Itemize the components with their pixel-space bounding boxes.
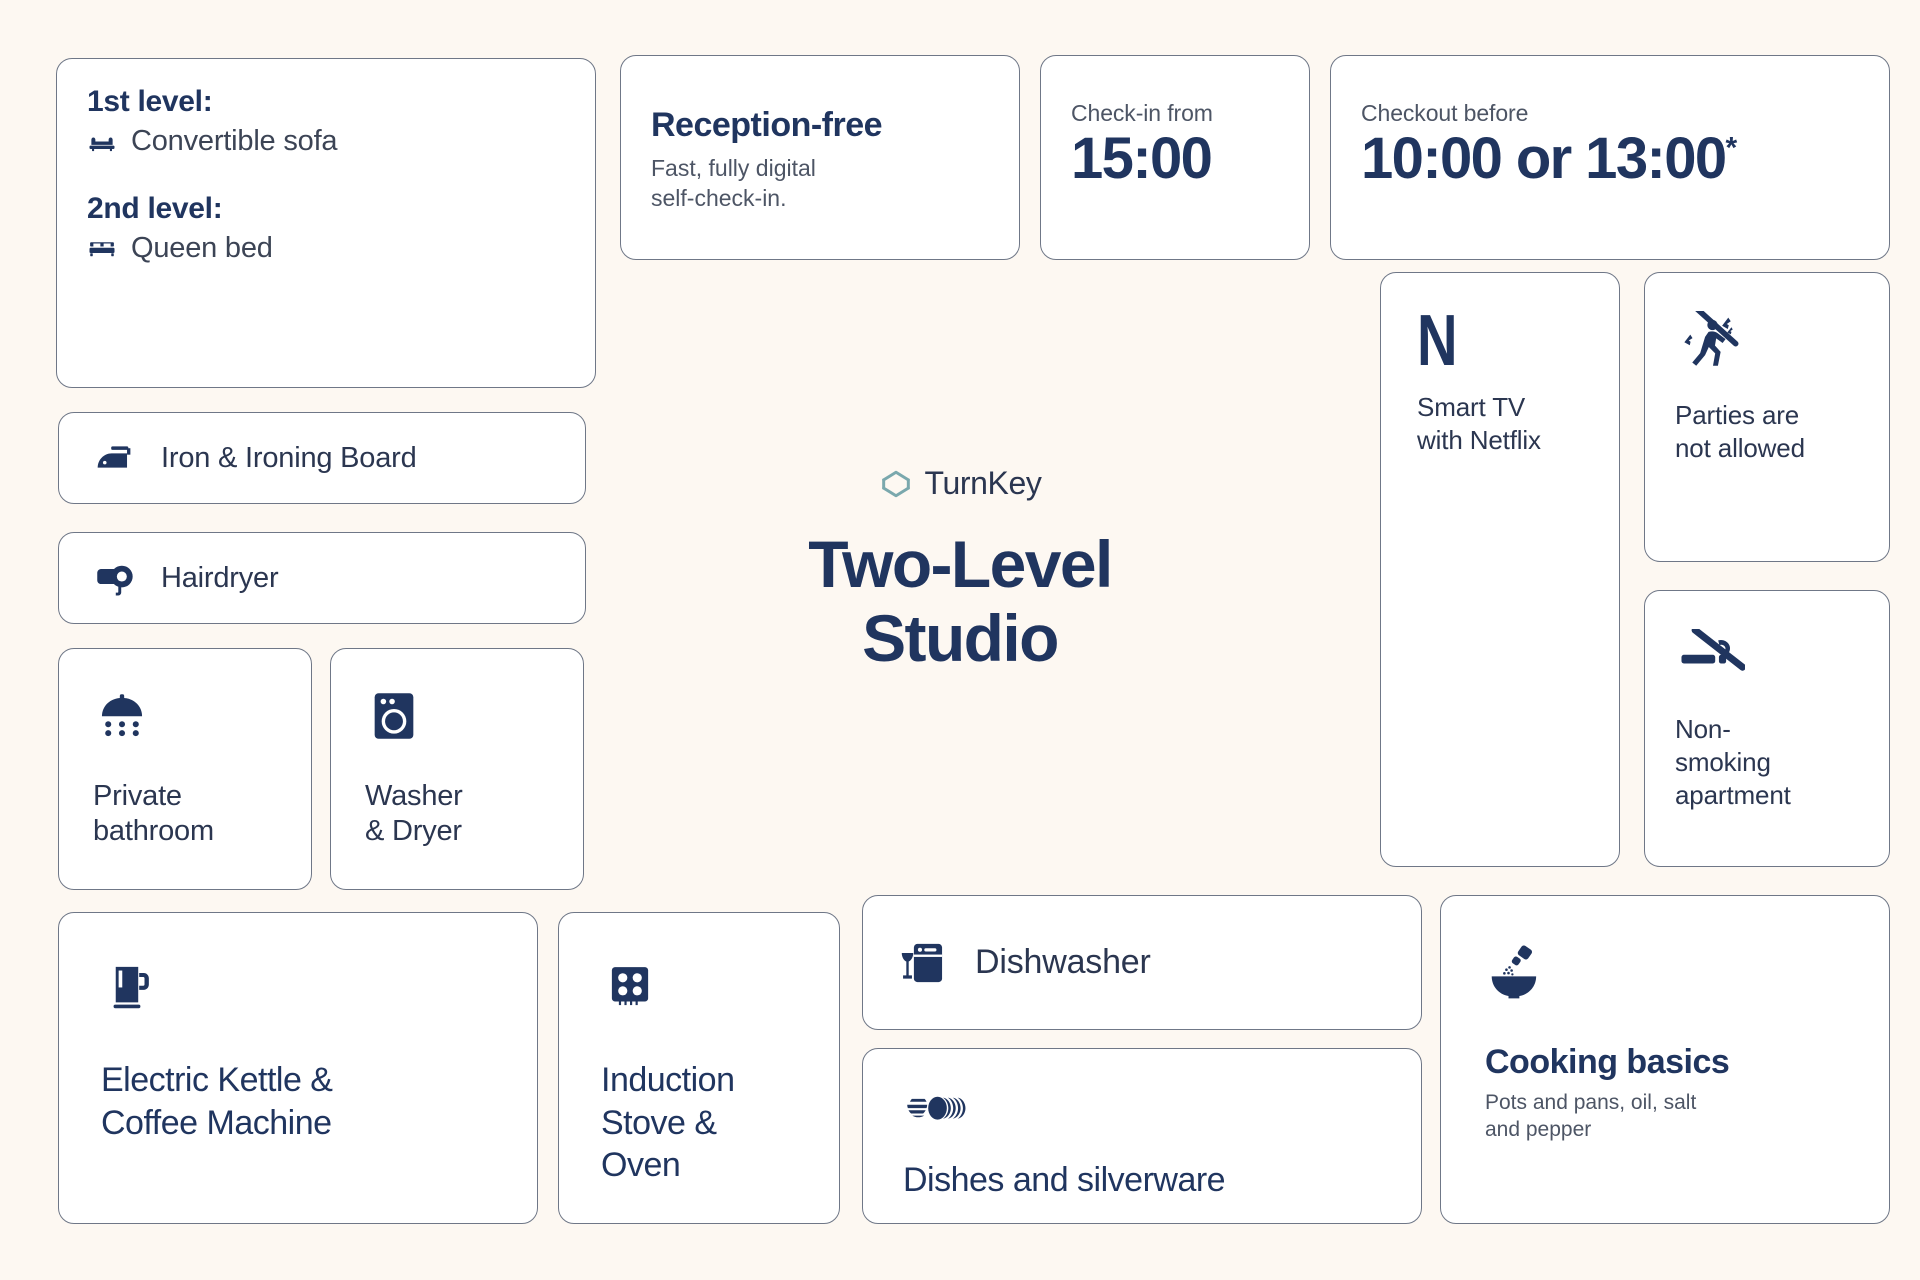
card-smart-tv: N Smart TV with Netflix <box>1380 272 1620 867</box>
sofa-icon <box>87 127 117 157</box>
kettle-icon <box>101 957 495 1015</box>
checkin-label: Check-in from <box>1071 100 1213 126</box>
card-checkout: Checkout before 10:00 or 13:00* <box>1330 55 1890 260</box>
card-cooking-basics: Cooking basics Pots and pans, oil, salt … <box>1440 895 1890 1224</box>
level1-item-label: Convertible sofa <box>131 125 338 157</box>
level1-heading: 1st level: <box>87 85 213 118</box>
reception-title: Reception-free <box>651 106 883 144</box>
cooking-sub-line2: and pepper <box>1485 1118 1592 1142</box>
shower-icon <box>93 687 277 745</box>
checkout-asterisk: * <box>1725 131 1738 165</box>
brand-name: TurnKey <box>924 465 1042 501</box>
dishes-label: Dishes and silverware <box>903 1161 1226 1199</box>
cooking-sub-line1: Pots and pans, oil, salt <box>1485 1090 1697 1114</box>
mortar-seasoning-icon <box>1485 940 1845 1002</box>
checkin-time: 15:00 <box>1071 126 1213 191</box>
level1-row: Convertible sofa <box>87 125 565 158</box>
page-title: Two-Level Studio <box>808 527 1113 676</box>
info-sheet: 1st level: Convertible sofa 2nd level: Q… <box>0 0 1920 1280</box>
card-checkin: Check-in from 15:00 <box>1040 55 1310 260</box>
iron-label: Iron & Ironing Board <box>161 441 417 474</box>
hairdryer-icon <box>91 553 141 603</box>
card-sleeping-arrangements: 1st level: Convertible sofa 2nd level: Q… <box>56 58 596 388</box>
netflix-n-icon: N <box>1417 301 1583 381</box>
card-no-parties: Parties are not allowed <box>1644 272 1890 562</box>
level2-item-label: Queen bed <box>131 232 273 264</box>
card-private-bathroom: Private bathroom <box>58 648 312 890</box>
checkout-time: 10:00 or 13:00 <box>1361 126 1727 191</box>
stove-label-line1: Induction <box>601 1061 735 1099</box>
card-dishes-silverware: Dishes and silverware <box>862 1048 1422 1224</box>
checkout-label: Checkout before <box>1361 100 1529 126</box>
reception-subtitle-line2: self-check-in. <box>651 185 787 212</box>
brand-lockup: TurnKey <box>879 465 1042 502</box>
kettle-label-line1: Electric Kettle & <box>101 1061 333 1099</box>
iron-icon <box>91 433 141 483</box>
smoking-label-line3: apartment <box>1675 779 1791 810</box>
bed-icon <box>87 234 117 264</box>
no-parties-icon <box>1675 311 1859 377</box>
parties-label-line2: not allowed <box>1675 432 1805 463</box>
cooktop-icon <box>601 957 797 1015</box>
card-iron: Iron & Ironing Board <box>58 412 586 504</box>
level2-row: Queen bed <box>87 232 565 265</box>
dishwasher-icon <box>897 937 949 989</box>
cooking-label: Cooking basics <box>1485 1043 1730 1081</box>
parties-label-line1: Parties are <box>1675 400 1800 430</box>
reception-subtitle: Fast, fully digital self-check-in. <box>651 153 989 214</box>
card-washer-dryer: Washer & Dryer <box>330 648 584 890</box>
card-hairdryer: Hairdryer <box>58 532 586 624</box>
reception-subtitle-line1: Fast, fully digital <box>651 155 816 182</box>
checkout-time-wrap: 10:00 or 13:00* <box>1361 126 1859 191</box>
no-smoking-icon <box>1675 629 1859 691</box>
stove-label-line2: Stove & <box>601 1103 717 1142</box>
brand-block: TurnKey Two-Level Studio <box>700 465 1220 676</box>
bathroom-label-line1: Private <box>93 780 182 812</box>
card-kettle-coffee: Electric Kettle & Coffee Machine <box>58 912 538 1224</box>
card-dishwasher: Dishwasher <box>862 895 1422 1030</box>
page-title-line1: Two-Level <box>808 527 1113 601</box>
dishwasher-label: Dishwasher <box>975 943 1151 981</box>
hairdryer-label: Hairdryer <box>161 561 279 594</box>
washing-machine-icon <box>365 687 549 745</box>
tv-label-line2: with Netflix <box>1417 424 1541 455</box>
tv-label-line1: Smart TV <box>1417 392 1526 422</box>
card-reception-free: Reception-free Fast, fully digital self-… <box>620 55 1020 260</box>
level2-heading: 2nd level: <box>87 192 223 225</box>
hexagon-logo-icon <box>879 467 913 501</box>
page-title-line2: Studio <box>862 600 1059 675</box>
card-non-smoking: Non- smoking apartment <box>1644 590 1890 867</box>
smoking-label-line2: smoking <box>1675 746 1771 777</box>
card-induction-stove: Induction Stove & Oven <box>558 912 840 1224</box>
bathroom-label-line2: bathroom <box>93 815 214 848</box>
laundry-label-line2: & Dryer <box>365 815 462 848</box>
stove-label-line3: Oven <box>601 1146 681 1184</box>
plates-icon <box>903 1083 1381 1135</box>
laundry-label-line1: Washer <box>365 780 463 812</box>
netflix-n-letter: N <box>1417 301 1458 381</box>
kettle-label-line2: Coffee Machine <box>101 1103 332 1142</box>
smoking-label-line1: Non- <box>1675 714 1731 744</box>
